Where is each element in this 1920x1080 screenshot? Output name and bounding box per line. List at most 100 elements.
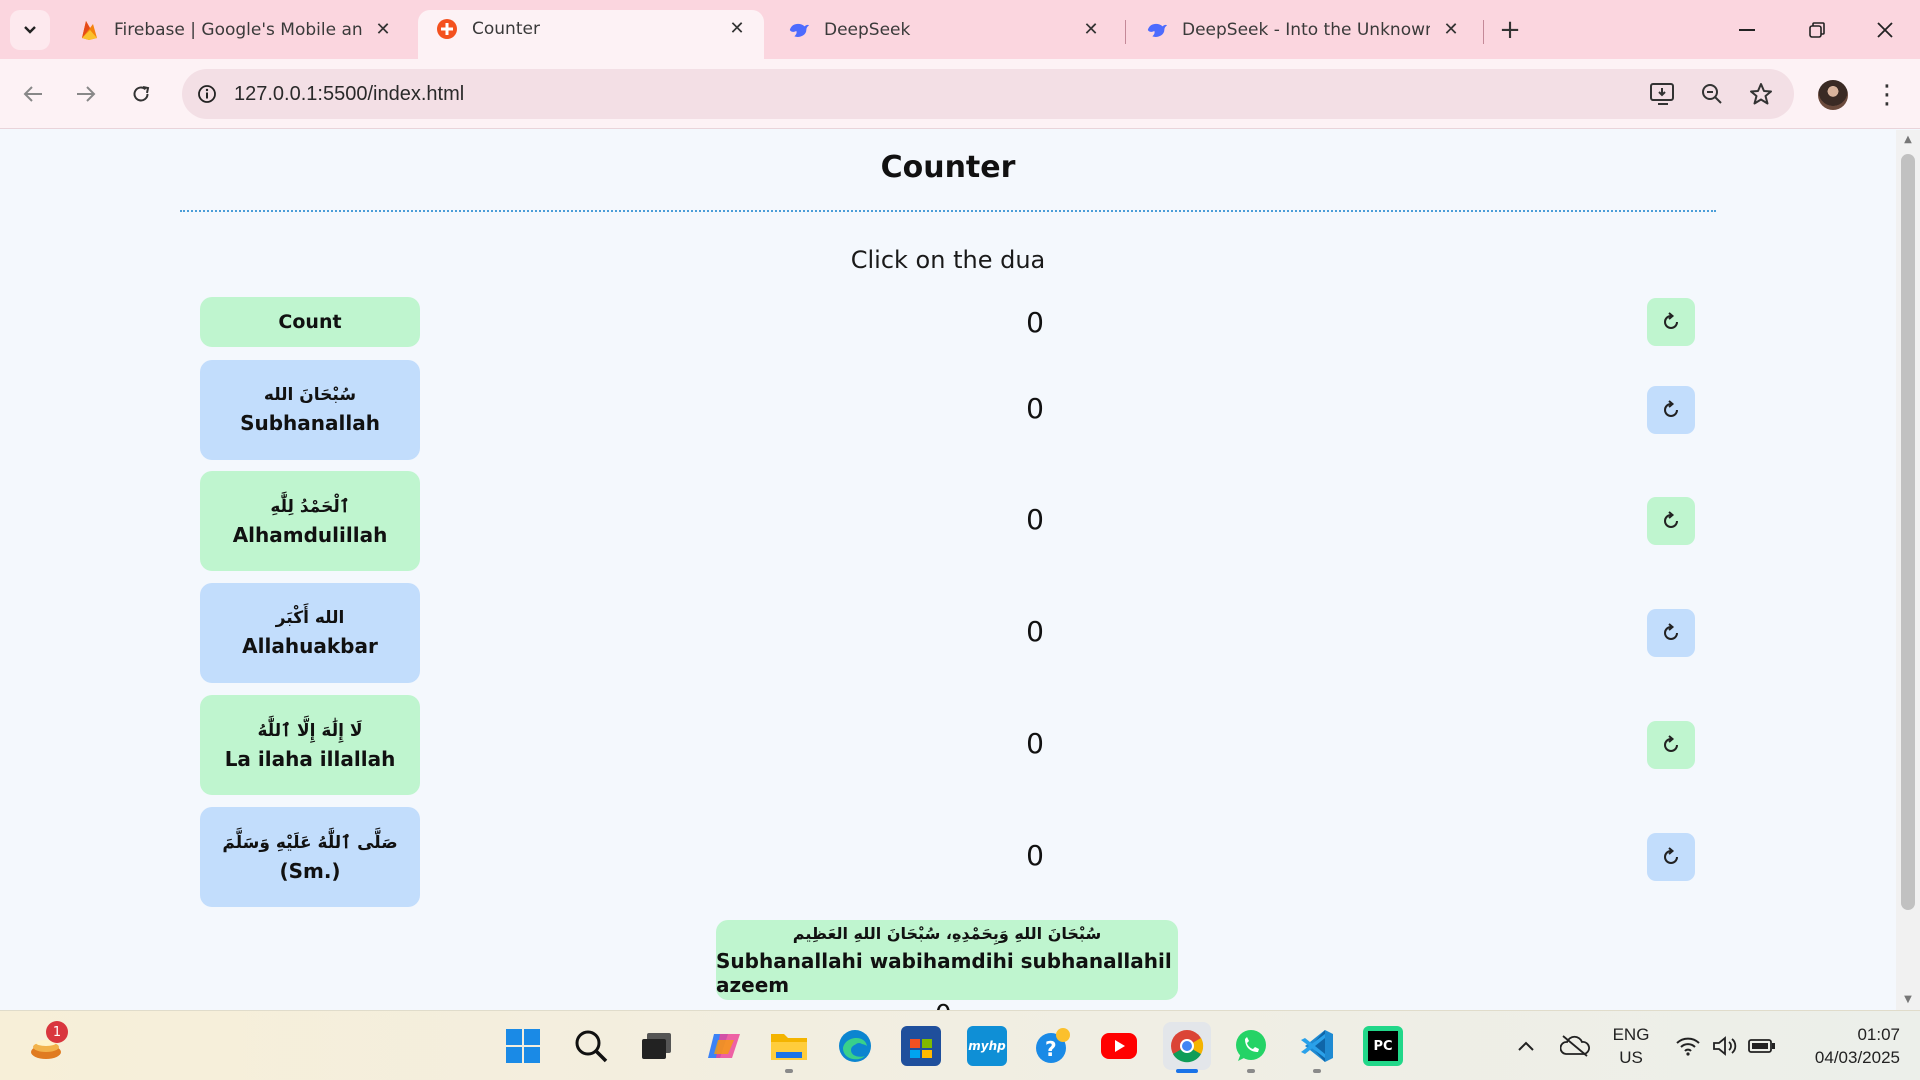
profile-avatar[interactable] — [1818, 80, 1848, 110]
browser-menu-icon[interactable]: ⋮ — [1872, 77, 1902, 113]
reset-total-button[interactable] — [1647, 298, 1695, 346]
notification-badge: 1 — [46, 1021, 68, 1043]
help-icon[interactable]: ? — [1033, 1026, 1073, 1066]
count-label: Count — [278, 311, 342, 333]
dua-button-subhanallah[interactable]: سُبْحَانَ الله Subhanallah — [200, 360, 420, 460]
dua-button-salawat[interactable]: صَلَّى ٱللَّٰهُ عَلَيْهِ وَسَلَّمَ (Sm.) — [200, 807, 420, 907]
close-window-icon[interactable] — [1862, 10, 1908, 50]
dua-label: Allahuakbar — [242, 634, 378, 658]
instruction-text: Click on the dua — [850, 246, 1046, 274]
total-count-label: Count — [200, 297, 420, 347]
tab-search-chevron-icon[interactable] — [10, 10, 50, 50]
close-tab-icon[interactable]: ✕ — [370, 17, 396, 43]
close-tab-icon[interactable]: ✕ — [724, 16, 750, 42]
reset-icon — [1664, 400, 1678, 417]
reset-subhanallah-button[interactable] — [1647, 386, 1695, 434]
back-arrow-icon[interactable] — [13, 74, 53, 114]
battery-icon[interactable] — [1742, 1026, 1782, 1066]
dua-arabic-text: سُبْحَانَ الله — [263, 385, 357, 405]
youtube-icon[interactable] — [1099, 1026, 1139, 1066]
browser-toolbar: 127.0.0.1:5500/index.html ⋮ — [0, 59, 1920, 129]
vscode-icon[interactable] — [1297, 1026, 1337, 1066]
dua-arabic-text: ٱلْحَمْدُ لِلَّٰهِ — [270, 496, 350, 517]
dua-button-la-ilaha-illallah[interactable]: لَا إِلَٰهَ إِلَّا ٱللَّٰهُ La ilaha ill… — [200, 695, 420, 795]
svg-text:?: ? — [1045, 1037, 1057, 1061]
reset-icon — [1664, 511, 1678, 528]
scroll-down-arrow-icon[interactable]: ▼ — [1902, 994, 1914, 1006]
restore-window-icon[interactable] — [1794, 10, 1840, 50]
address-bar[interactable]: 127.0.0.1:5500/index.html — [182, 69, 1794, 119]
edge-icon[interactable] — [835, 1026, 875, 1066]
counter-favicon-icon — [436, 18, 458, 40]
close-tab-icon[interactable]: ✕ — [1078, 17, 1104, 43]
tab-deepseek[interactable]: DeepSeek ✕ — [770, 10, 1118, 59]
task-view-icon[interactable] — [637, 1026, 677, 1066]
myhp-icon[interactable]: myhp — [967, 1026, 1007, 1066]
browser-tab-strip: Firebase | Google's Mobile and ✕ Counter… — [0, 0, 1920, 59]
wifi-icon[interactable] — [1668, 1026, 1708, 1066]
page-scrollbar[interactable]: ▲ ▼ — [1896, 130, 1920, 1010]
zoom-icon[interactable] — [1696, 78, 1728, 110]
reset-la-ilaha-illallah-button[interactable] — [1647, 721, 1695, 769]
tab-deepseek-unknown[interactable]: DeepSeek - Into the Unknown ✕ — [1128, 10, 1478, 59]
title-divider — [180, 210, 1716, 212]
dua-count-value: 0 — [1026, 727, 1044, 760]
clock-date[interactable]: 04/03/2025 — [1790, 1048, 1900, 1068]
dua-button-subhanallahi-wabihamdihi[interactable]: سُبْحَانَ اللهِ وَبِحَمْدِهِ، سُبْحَانَ … — [716, 920, 1178, 1000]
region-indicator[interactable]: US — [1606, 1048, 1656, 1068]
reset-alhamdulillah-button[interactable] — [1647, 497, 1695, 545]
page-content: Counter Click on the dua Count 0 سُبْحَا… — [0, 130, 1896, 1010]
close-tab-icon[interactable]: ✕ — [1438, 17, 1464, 43]
firebase-icon — [78, 19, 100, 41]
reset-allahuakbar-button[interactable] — [1647, 609, 1695, 657]
tab-title: Counter — [472, 18, 540, 39]
language-indicator[interactable]: ENG — [1606, 1025, 1656, 1045]
minimize-window-icon[interactable] — [1724, 10, 1770, 50]
reload-icon[interactable] — [121, 74, 161, 114]
file-explorer-icon[interactable] — [769, 1026, 809, 1066]
forward-arrow-icon[interactable] — [66, 74, 106, 114]
reset-icon — [1664, 735, 1678, 752]
dua-count-value: 0 — [1026, 503, 1044, 536]
search-icon[interactable] — [571, 1026, 611, 1066]
deepseek-icon — [1146, 19, 1168, 41]
show-hidden-icons-chevron-icon[interactable] — [1506, 1026, 1546, 1066]
reset-salawat-button[interactable] — [1647, 833, 1695, 881]
tab-title: DeepSeek - Into the Unknown — [1182, 19, 1430, 40]
onedrive-offline-icon[interactable] — [1555, 1026, 1595, 1066]
url-text: 127.0.0.1:5500/index.html — [234, 82, 465, 105]
dua-button-allahuakbar[interactable]: الله أَكْبَر Allahuakbar — [200, 583, 420, 683]
copilot-icon[interactable] — [704, 1026, 744, 1066]
chrome-icon[interactable] — [1163, 1022, 1211, 1070]
dua-button-alhamdulillah[interactable]: ٱلْحَمْدُ لِلَّٰهِ Alhamdulillah — [200, 471, 420, 571]
dua-count-value: 0 — [1026, 615, 1044, 648]
dua-arabic-text: صَلَّى ٱللَّٰهُ عَلَيْهِ وَسَلَّمَ — [222, 832, 398, 853]
dua-count-value: 0 — [1026, 839, 1044, 872]
tab-counter[interactable]: Counter ✕ — [418, 10, 764, 59]
tab-firebase[interactable]: Firebase | Google's Mobile and ✕ — [60, 10, 410, 59]
bookmark-star-icon[interactable] — [1745, 78, 1777, 110]
new-tab-plus-icon[interactable]: + — [1494, 14, 1526, 46]
scroll-up-arrow-icon[interactable]: ▲ — [1902, 134, 1914, 146]
dua-label: Subhanallah — [240, 411, 380, 435]
whatsapp-icon[interactable] — [1231, 1026, 1271, 1066]
start-icon[interactable] — [503, 1026, 543, 1066]
site-info-icon[interactable] — [192, 79, 222, 109]
install-app-icon[interactable] — [1647, 78, 1679, 110]
scrollbar-thumb[interactable] — [1901, 154, 1915, 910]
reset-icon — [1664, 312, 1678, 329]
active-app-indicator — [1176, 1069, 1198, 1073]
total-count-value: 0 — [1026, 306, 1044, 339]
deepseek-icon — [788, 19, 810, 41]
clock-time[interactable]: 01:07 — [1790, 1025, 1900, 1045]
running-indicator — [1313, 1069, 1321, 1073]
dua-arabic-text: لَا إِلَٰهَ إِلَّا ٱللَّٰهُ — [257, 720, 363, 741]
reset-icon — [1664, 847, 1678, 864]
pycharm-icon[interactable]: PC — [1363, 1026, 1403, 1066]
dua-label: La ilaha illallah — [224, 746, 396, 771]
store-icon[interactable] — [901, 1026, 941, 1066]
volume-icon[interactable] — [1705, 1026, 1745, 1066]
dua-label: (Sm.) — [279, 858, 341, 883]
running-indicator — [785, 1069, 793, 1073]
tab-title: Firebase | Google's Mobile and — [114, 19, 362, 40]
